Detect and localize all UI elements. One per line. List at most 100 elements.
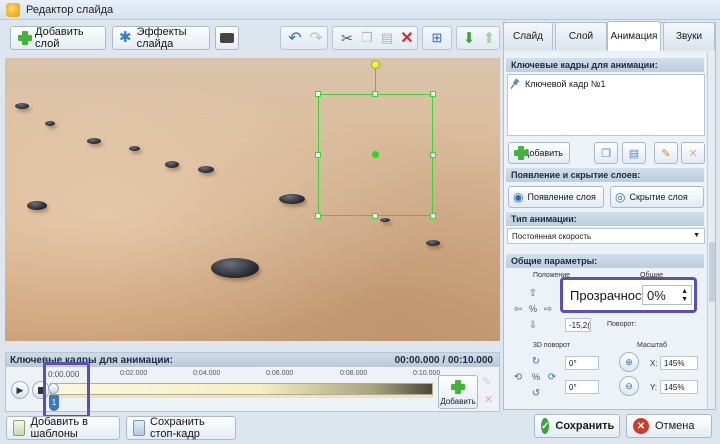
zoom-in-icon[interactable]: ⊕ — [619, 352, 639, 372]
rotate-down-icon[interactable]: ↺ — [529, 386, 543, 400]
timeline-title: Ключевые кадры для анимации: — [10, 354, 174, 366]
resize-handle[interactable] — [372, 91, 378, 97]
chevron-down-icon: ▼ — [693, 232, 700, 239]
rotation-line — [375, 66, 376, 94]
animation-type-select[interactable]: Постоянная скорость ▼ — [507, 228, 705, 244]
eye-icon: ◉ — [513, 190, 524, 204]
tab-animation-label: Анимация — [610, 31, 658, 42]
scale-y-field[interactable]: 145% — [660, 380, 698, 394]
rotation-3d-label: 3D поворот — [533, 342, 570, 349]
rotation-3d-y-field[interactable]: 0° — [565, 380, 599, 394]
tab-layer[interactable]: Слой — [555, 22, 607, 50]
delete-keyframe-icon[interactable]: ✕ — [484, 393, 493, 406]
resize-handle[interactable] — [315, 91, 321, 97]
cancel-button[interactable]: ✕ Отмена — [626, 414, 712, 438]
play-button[interactable]: ▶ — [11, 381, 29, 399]
scale-x-label: X: — [650, 359, 658, 368]
tab-sounds[interactable]: Звуки — [663, 22, 715, 50]
show-layer-label: Появление слоя — [527, 192, 596, 202]
history-group: ↶ ↷ — [280, 26, 328, 50]
animation-panel-body: Ключевые кадры для анимации: Ключевой ка… — [504, 52, 706, 409]
resize-handle[interactable] — [315, 152, 321, 158]
copy-icon: ❐ — [601, 147, 611, 160]
delete-keyframe-button[interactable]: ✕ — [681, 142, 705, 164]
scale-y-label: Y: — [650, 383, 658, 392]
slide-effects-label: Эффекты слайда — [136, 26, 187, 50]
play-icon: ▶ — [16, 384, 24, 395]
brush-icon: ✎ — [661, 147, 671, 160]
brush-button[interactable]: ✎ — [654, 142, 678, 164]
list-item[interactable]: Ключевой кадр №1 — [511, 79, 606, 89]
pebble — [198, 166, 214, 173]
align-icon[interactable]: ⊞ — [425, 26, 449, 50]
cancel-label: Отмена — [655, 420, 695, 432]
add-to-templates-button[interactable]: Добавить в шаблоны — [6, 416, 120, 440]
rotation-handle[interactable] — [371, 60, 380, 69]
rotate-right-icon[interactable]: ⟳ — [545, 370, 559, 384]
delete-icon[interactable]: ✕ — [395, 26, 419, 50]
resize-handle[interactable] — [430, 91, 436, 97]
paste-keyframe-button[interactable]: ▤ — [622, 142, 646, 164]
pebble — [426, 240, 440, 246]
hide-layer-label: Скрытие слоя — [629, 192, 688, 202]
keyframe-list[interactable]: Ключевой кадр №1 — [507, 74, 705, 136]
slide-effects-button[interactable]: ✱ Эффекты слайда — [112, 26, 210, 50]
percent-icon[interactable]: % — [526, 302, 540, 316]
checkmark-icon: ✓ — [541, 418, 550, 434]
rotation-3d-x-field[interactable]: 0° — [565, 356, 599, 370]
edit-keyframe-icon[interactable]: ✎ — [482, 375, 491, 388]
resize-handle[interactable] — [372, 213, 378, 219]
redo-icon[interactable]: ↷ — [304, 26, 328, 50]
opacity-field[interactable]: 0% ▲ ▼ — [642, 285, 692, 305]
show-layer-button[interactable]: ◉ Появление слоя — [508, 186, 604, 208]
save-button[interactable]: ✓ Сохранить — [534, 414, 620, 438]
panel-scrollbar[interactable] — [707, 52, 715, 409]
scale-x-field[interactable]: 145% — [660, 356, 698, 370]
animation-type-value: Постоянная скорость — [512, 231, 592, 241]
timeline-time-range: 00:00.000 / 00:10.000 — [394, 354, 493, 366]
pebble — [165, 161, 179, 168]
pebble — [211, 258, 259, 278]
tick-label: 0:02.000 — [120, 370, 148, 377]
resize-handle[interactable] — [315, 213, 321, 219]
arrow-up-icon[interactable]: ⇧ — [526, 286, 540, 300]
hide-layer-button[interactable]: ◎ Скрытие слоя — [610, 186, 704, 208]
delete-icon: ✕ — [688, 147, 698, 160]
paste-icon: ▤ — [628, 147, 640, 160]
percent-icon[interactable]: % — [529, 370, 543, 384]
rotate-left-icon[interactable]: ⟲ — [511, 370, 525, 384]
add-layer-button[interactable]: Добавить слой — [10, 26, 106, 50]
anchor-point[interactable] — [372, 151, 379, 158]
add-keyframe-button[interactable]: Добавить — [508, 142, 570, 164]
copy-keyframe-button[interactable]: ❐ — [594, 142, 618, 164]
add-to-templates-label: Добавить в шаблоны — [30, 416, 88, 440]
save-label: Сохранить — [555, 420, 615, 432]
scrollbar-thumb[interactable] — [709, 242, 715, 302]
position-field[interactable]: -15,2( — [565, 318, 591, 332]
zoom-out-icon[interactable]: ⊖ — [619, 376, 639, 396]
pebble — [279, 194, 305, 204]
order-group: ⬇ ⬆ — [456, 26, 500, 50]
close-icon: ✕ — [633, 418, 649, 434]
plus-icon — [450, 379, 466, 395]
timeline-track-lower — [50, 395, 433, 398]
arrow-down-icon[interactable]: ⇩ — [526, 318, 540, 332]
resize-handle[interactable] — [430, 213, 436, 219]
arrow-right-icon[interactable]: ⇨ — [541, 302, 555, 316]
tab-slide[interactable]: Слайд — [503, 22, 553, 50]
slide-canvas[interactable] — [5, 58, 500, 341]
save-frame-button[interactable]: Сохранить стоп-кадр — [126, 416, 236, 440]
timeline-add-keyframe-button[interactable]: Добавить — [438, 375, 478, 409]
tab-animation[interactable]: Анимация — [607, 21, 661, 51]
move-up-icon[interactable]: ⬆ — [477, 26, 501, 50]
window-title: Редактор слайда — [26, 3, 114, 16]
pebble — [15, 103, 29, 109]
arrow-left-icon[interactable]: ⇦ — [511, 302, 525, 316]
spin-arrows-icon[interactable]: ▲ ▼ — [681, 288, 688, 304]
edit-group: ✂ ❐ ▤ ✕ — [332, 26, 418, 50]
opacity-value: 0% — [647, 287, 666, 303]
timeline-track[interactable] — [50, 383, 433, 395]
resize-handle[interactable] — [430, 152, 436, 158]
camera-button[interactable] — [215, 26, 239, 50]
rotate-up-icon[interactable]: ↻ — [529, 354, 543, 368]
